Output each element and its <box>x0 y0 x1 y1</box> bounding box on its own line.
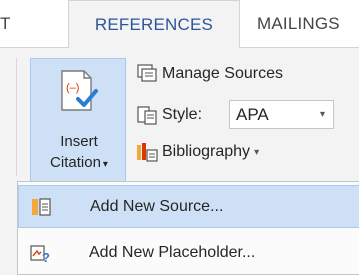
manage-sources-button[interactable]: Manage Sources <box>136 62 283 86</box>
menu-item-add-new-placeholder[interactable]: ? Add New Placeholder... <box>18 231 359 274</box>
menu-item-add-new-source[interactable]: Add New Source... <box>18 185 359 228</box>
insert-citation-label-2: Citation ▾ <box>31 154 127 171</box>
insert-citation-label-1: Insert <box>60 133 98 150</box>
add-placeholder-icon: ? <box>30 244 50 264</box>
chevron-down-icon: ▾ <box>254 146 260 158</box>
menu-item-label: Add New Source... <box>90 197 224 215</box>
bibliography-label: Bibliography <box>162 143 251 160</box>
manage-sources-icon <box>137 64 157 82</box>
bibliography-button[interactable]: Bibliography ▾ <box>136 140 259 164</box>
tab-partial[interactable]: T <box>0 14 11 34</box>
insert-citation-button[interactable]: (–) Insert Citation ▾ <box>30 58 126 183</box>
add-source-icon <box>32 197 51 216</box>
chevron-down-icon: ▾ <box>319 109 325 120</box>
chevron-down-icon: ▾ <box>102 159 108 170</box>
tab-mailings[interactable]: MAILINGS <box>257 14 340 34</box>
tab-references[interactable]: REFERENCES <box>68 0 240 48</box>
manage-sources-label: Manage Sources <box>162 65 283 82</box>
style-label: Style: <box>162 106 203 123</box>
insert-citation-menu: Add New Source... ? Add New Placeholder.… <box>17 181 359 275</box>
style-icon <box>137 106 157 125</box>
style-dropdown[interactable]: APA ▾ <box>229 100 334 129</box>
svg-text:?: ? <box>42 250 50 264</box>
svg-text:(–): (–) <box>66 82 79 94</box>
group-separator <box>16 58 17 176</box>
menu-item-label: Add New Placeholder... <box>89 243 256 261</box>
insert-citation-icon: (–) <box>61 70 98 111</box>
ribbon-tab-bar: T REFERENCES MAILINGS <box>0 0 359 48</box>
style-dropdown-value: APA <box>236 105 269 124</box>
insert-citation-label-2-text: Citation <box>50 154 101 171</box>
style-label-row: Style: <box>136 103 202 127</box>
bibliography-icon <box>137 143 158 162</box>
